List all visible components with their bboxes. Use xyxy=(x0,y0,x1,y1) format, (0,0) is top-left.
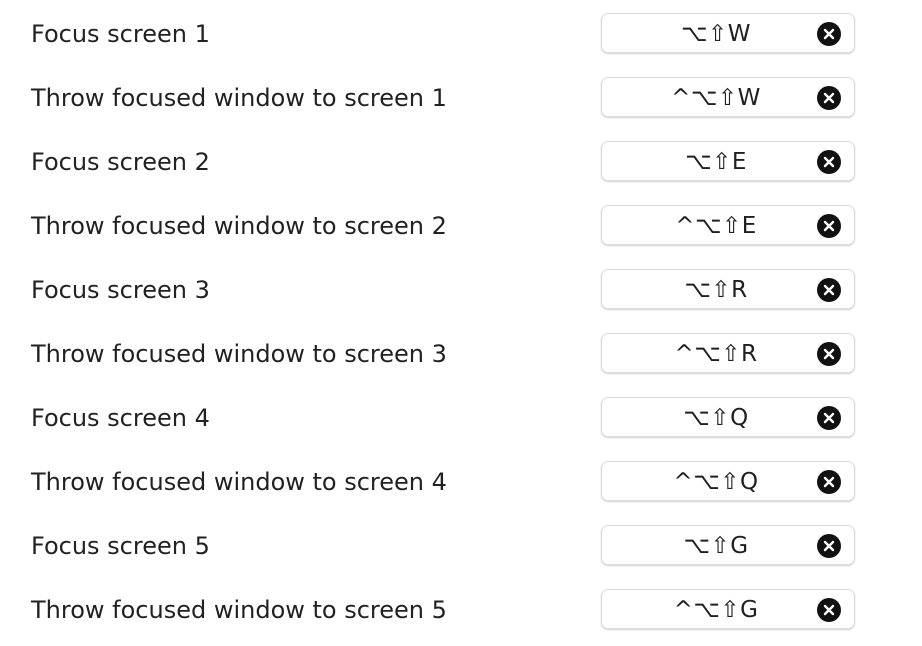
x-circle-fill-icon xyxy=(823,284,835,296)
shortcut-label: Throw focused window to screen 3 xyxy=(31,340,447,368)
x-circle-fill-icon xyxy=(823,28,835,40)
shortcut-label: Focus screen 2 xyxy=(31,148,210,176)
clear-shortcut-button[interactable] xyxy=(817,534,841,558)
shortcut-recorder[interactable]: ⌥⇧G xyxy=(601,525,855,565)
shortcut-label: Throw focused window to screen 4 xyxy=(31,468,447,496)
shortcut-label: Focus screen 3 xyxy=(31,276,210,304)
shortcut-recorder[interactable]: ^⌥⇧G xyxy=(601,589,855,629)
clear-shortcut-button[interactable] xyxy=(817,342,841,366)
shortcut-label: Throw focused window to screen 1 xyxy=(31,84,447,112)
shortcut-recorder[interactable]: ⌥⇧W xyxy=(601,13,855,53)
x-circle-fill-icon xyxy=(823,92,835,104)
shortcut-label: Throw focused window to screen 5 xyxy=(31,596,447,624)
shortcut-row-throw-to-screen-4: Throw focused window to screen 4 ^⌥⇧Q xyxy=(0,449,922,513)
shortcut-row-focus-screen-2: Focus screen 2 ⌥⇧E xyxy=(0,129,922,193)
shortcut-recorder[interactable]: ⌥⇧Q xyxy=(601,397,855,437)
shortcut-row-focus-screen-1: Focus screen 1 ⌥⇧W xyxy=(0,1,922,65)
shortcut-keys: ⌥⇧Q xyxy=(683,405,749,431)
shortcut-row-focus-screen-3: Focus screen 3 ⌥⇧R xyxy=(0,257,922,321)
shortcut-recorder[interactable]: ^⌥⇧Q xyxy=(601,461,855,501)
x-circle-fill-icon xyxy=(823,412,835,424)
x-circle-fill-icon xyxy=(823,220,835,232)
shortcut-keys: ⌥⇧E xyxy=(685,149,747,175)
shortcut-keys: ⌥⇧G xyxy=(683,533,749,559)
clear-shortcut-button[interactable] xyxy=(817,150,841,174)
shortcut-row-throw-to-screen-1: Throw focused window to screen 1 ^⌥⇧W xyxy=(0,65,922,129)
clear-shortcut-button[interactable] xyxy=(817,278,841,302)
shortcut-row-focus-screen-5: Focus screen 5 ⌥⇧G xyxy=(0,513,922,577)
shortcut-keys: ⌥⇧R xyxy=(684,277,748,303)
clear-shortcut-button[interactable] xyxy=(817,470,841,494)
shortcut-keys: ^⌥⇧Q xyxy=(673,469,759,495)
shortcut-row-throw-to-screen-2: Throw focused window to screen 2 ^⌥⇧E xyxy=(0,193,922,257)
shortcut-recorder[interactable]: ⌥⇧R xyxy=(601,269,855,309)
clear-shortcut-button[interactable] xyxy=(817,214,841,238)
shortcut-label: Focus screen 5 xyxy=(31,532,210,560)
x-circle-fill-icon xyxy=(823,540,835,552)
shortcut-keys: ^⌥⇧G xyxy=(673,597,759,623)
shortcut-recorder[interactable]: ⌥⇧E xyxy=(601,141,855,181)
shortcut-keys: ^⌥⇧W xyxy=(671,85,761,111)
shortcut-row-focus-screen-4: Focus screen 4 ⌥⇧Q xyxy=(0,385,922,449)
clear-shortcut-button[interactable] xyxy=(817,406,841,430)
x-circle-fill-icon xyxy=(823,476,835,488)
shortcut-row-throw-to-screen-3: Throw focused window to screen 3 ^⌥⇧R xyxy=(0,321,922,385)
clear-shortcut-button[interactable] xyxy=(817,86,841,110)
shortcut-label: Throw focused window to screen 2 xyxy=(31,212,447,240)
shortcut-recorder[interactable]: ^⌥⇧W xyxy=(601,77,855,117)
x-circle-fill-icon xyxy=(823,156,835,168)
x-circle-fill-icon xyxy=(823,348,835,360)
clear-shortcut-button[interactable] xyxy=(817,598,841,622)
shortcut-label: Focus screen 1 xyxy=(31,20,210,48)
x-circle-fill-icon xyxy=(823,604,835,616)
shortcut-keys: ^⌥⇧E xyxy=(675,213,757,239)
shortcut-recorder[interactable]: ^⌥⇧R xyxy=(601,333,855,373)
shortcut-keys: ⌥⇧W xyxy=(680,21,752,47)
shortcut-row-throw-to-screen-5: Throw focused window to screen 5 ^⌥⇧G xyxy=(0,577,922,641)
clear-shortcut-button[interactable] xyxy=(817,22,841,46)
shortcut-label: Focus screen 4 xyxy=(31,404,210,432)
shortcut-recorder[interactable]: ^⌥⇧E xyxy=(601,205,855,245)
shortcut-keys: ^⌥⇧R xyxy=(674,341,758,367)
